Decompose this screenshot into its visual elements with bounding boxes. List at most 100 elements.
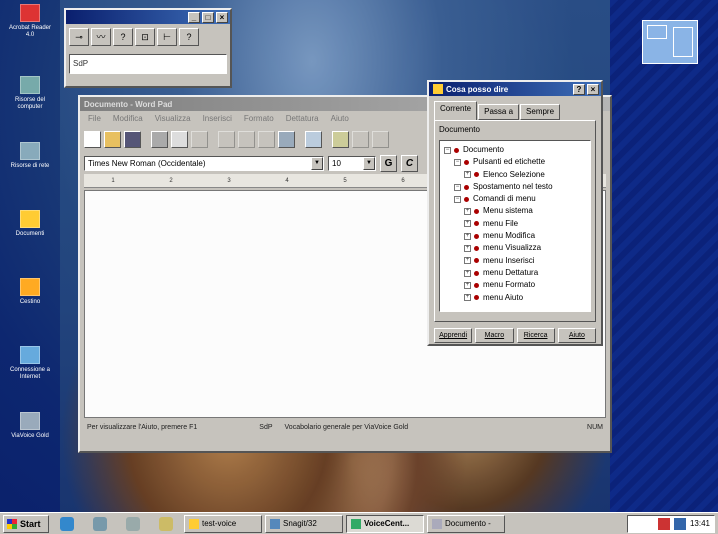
command-icon[interactable]: ⊢ <box>157 28 177 46</box>
desktop-icon-acrobat[interactable]: Acrobat Reader 4.0 <box>6 4 54 39</box>
new-document-icon[interactable] <box>84 130 101 148</box>
expand-toggle-icon[interactable]: + <box>464 257 471 265</box>
command-tree[interactable]: − Documento − Pulsanti ed etichette + Elenco … <box>439 140 591 312</box>
dictation-icon[interactable]: 〰 <box>91 28 111 46</box>
start-button[interactable]: Start <box>3 514 49 533</box>
tree-node-label: Spostamento nel testo <box>473 181 553 191</box>
system-tray: 13:41 <box>627 514 715 533</box>
macro-button[interactable]: Macro <box>475 328 514 343</box>
microphone-icon[interactable]: ⊸ <box>69 28 89 46</box>
tree-node[interactable]: + Elenco Selezione <box>444 169 586 181</box>
desktop-icon-network[interactable]: Risorse di rete <box>6 142 54 170</box>
expand-toggle-icon[interactable]: − <box>444 146 451 154</box>
font-size-select[interactable]: 10 ▼ <box>328 155 376 171</box>
ricerca-button[interactable]: Ricerca <box>516 328 555 343</box>
tree-node[interactable]: − Documento <box>444 144 586 156</box>
menu-formato[interactable]: Formato <box>244 114 274 123</box>
open-folder-icon[interactable] <box>104 130 121 148</box>
help-icon[interactable]: ? <box>179 28 199 46</box>
tree-node[interactable]: + menu Inserisci <box>444 255 586 267</box>
desktop-icon-folder[interactable]: Cestino <box>6 278 54 306</box>
menu-inserisci[interactable]: Inserisci <box>203 114 232 123</box>
menu-visualizza[interactable]: Visualizza <box>155 114 191 123</box>
expand-toggle-icon[interactable]: + <box>464 208 471 216</box>
find-icon[interactable] <box>191 130 208 148</box>
clock[interactable]: 13:41 <box>690 519 710 528</box>
print-preview-icon[interactable] <box>171 130 188 148</box>
expand-toggle-icon[interactable]: + <box>464 171 471 179</box>
desktop-icon-my-computer[interactable]: Risorse del computer <box>6 76 54 111</box>
expand-toggle-icon[interactable]: + <box>464 220 471 228</box>
tree-node[interactable]: + menu Visualizza <box>444 242 586 254</box>
tree-node[interactable]: − Pulsanti ed etichette <box>444 156 586 168</box>
tray-volume-icon[interactable] <box>673 517 686 530</box>
taskbar-item-voicecenter[interactable]: VoiceCent... <box>346 514 424 533</box>
desktop-icon-documents[interactable]: Documenti <box>6 210 54 238</box>
tree-node[interactable]: − Comandi di menu <box>444 193 586 205</box>
menu-aiuto[interactable]: Aiuto <box>331 114 349 123</box>
desktop-icon-connection[interactable]: Connessione a Internet <box>6 346 54 381</box>
taskbar-item-label: Documento - <box>445 519 491 528</box>
tree-node[interactable]: − Spostamento nel testo <box>444 181 586 193</box>
expand-toggle-icon[interactable]: + <box>464 294 471 302</box>
apprendi-button[interactable]: Apprendi <box>434 328 473 343</box>
what-can-i-say-titlebar[interactable]: Cosa posso dire ? × <box>429 82 601 96</box>
close-button[interactable]: × <box>216 11 228 23</box>
menu-file[interactable]: File <box>88 114 101 123</box>
minimize-button[interactable]: _ <box>188 11 200 23</box>
tree-node[interactable]: + menu Formato <box>444 279 586 291</box>
snagit-icon <box>270 518 280 529</box>
status-mode: SdP <box>259 423 273 431</box>
tree-node-icon <box>474 258 479 264</box>
correction-icon[interactable]: ⊡ <box>135 28 155 46</box>
expand-toggle-icon[interactable]: + <box>464 232 471 240</box>
tree-node[interactable]: + menu Dettatura <box>444 267 586 279</box>
cut-icon[interactable] <box>218 130 235 148</box>
copy-icon[interactable] <box>238 130 255 148</box>
taskbar-item-snagit[interactable]: Snagit/32 <box>265 514 343 533</box>
tab-passa-a[interactable]: Passa a <box>478 104 520 120</box>
taskbar-item-documento[interactable]: Documento - <box>427 514 505 533</box>
speech-toolbar-titlebar[interactable]: _ □ × <box>66 10 230 24</box>
quicklaunch-desktop[interactable] <box>85 515 115 533</box>
expand-toggle-icon[interactable]: − <box>454 158 461 166</box>
expand-toggle-icon[interactable]: + <box>464 281 471 289</box>
tree-node[interactable]: + menu File <box>444 218 586 230</box>
expand-toggle-icon[interactable]: − <box>454 195 461 203</box>
desktop-icon-viavoice[interactable]: ViaVoice Gold <box>6 412 54 440</box>
undo-icon[interactable] <box>278 130 295 148</box>
expand-toggle-icon[interactable]: + <box>464 245 471 253</box>
tree-node[interactable]: + menu Aiuto <box>444 292 586 304</box>
tree-node[interactable]: + Menu sistema <box>444 205 586 217</box>
taskbar-item-test-voice[interactable]: test-voice <box>184 514 262 533</box>
italic-button[interactable]: C <box>401 154 418 172</box>
chevron-down-icon[interactable]: ▼ <box>311 156 323 170</box>
help-button[interactable]: ? <box>573 83 585 95</box>
maximize-button[interactable]: □ <box>202 11 214 23</box>
tree-node-label: Documento <box>463 145 504 154</box>
aiuto-button[interactable]: Aiuto <box>557 328 596 343</box>
expand-toggle-icon[interactable]: + <box>464 269 471 277</box>
font-name-select[interactable]: Times New Roman (Occidentale) ▼ <box>84 155 324 171</box>
tab-corrente[interactable]: Corrente <box>434 101 478 120</box>
close-button[interactable]: × <box>587 83 599 95</box>
date-time-icon[interactable] <box>305 130 322 148</box>
tree-node[interactable]: + menu Modifica <box>444 230 586 242</box>
tab-sempre[interactable]: Sempre <box>520 104 561 120</box>
paste-icon[interactable] <box>258 130 275 148</box>
chevron-down-icon[interactable]: ▼ <box>363 156 375 170</box>
stop-icon[interactable] <box>372 130 389 148</box>
dictation-toggle-icon[interactable] <box>332 130 349 148</box>
print-icon[interactable] <box>151 130 168 148</box>
bold-button[interactable]: G <box>380 154 397 172</box>
quicklaunch-ie[interactable] <box>52 515 82 533</box>
menu-dettatura[interactable]: Dettatura <box>286 114 319 123</box>
quicklaunch-outlook[interactable] <box>151 515 181 533</box>
expand-toggle-icon[interactable]: − <box>454 183 461 191</box>
tray-speech-icon[interactable] <box>657 517 670 530</box>
menu-modifica[interactable]: Modifica <box>113 114 143 123</box>
save-icon[interactable] <box>124 130 141 148</box>
what-can-i-say-icon[interactable]: ? <box>113 28 133 46</box>
quicklaunch-channels[interactable] <box>118 515 148 533</box>
play-icon[interactable] <box>352 130 369 148</box>
